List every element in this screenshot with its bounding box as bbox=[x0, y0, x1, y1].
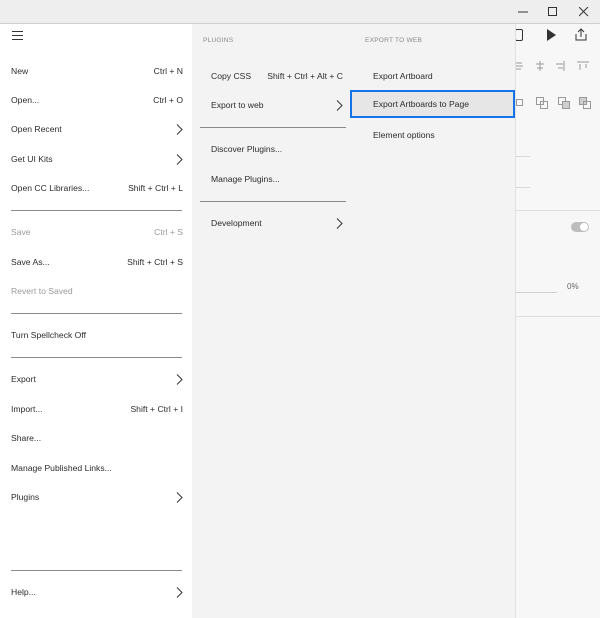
align-top-icon[interactable] bbox=[577, 61, 589, 71]
menu-item-new[interactable]: New Ctrl + N bbox=[11, 60, 183, 82]
menu-item-development[interactable]: Development bbox=[211, 212, 343, 234]
menu-item-get-ui-kits[interactable]: Get UI Kits bbox=[11, 148, 183, 170]
shortcut-label: Ctrl + S bbox=[154, 227, 183, 237]
menu-separator bbox=[11, 570, 182, 571]
boolean-add-icon[interactable] bbox=[516, 97, 524, 107]
boolean-exclude-icon[interactable] bbox=[579, 97, 591, 109]
menu-separator bbox=[11, 210, 182, 211]
menu-item-label: Open CC Libraries... bbox=[11, 183, 90, 193]
section-title: EXPORT TO WEB bbox=[365, 37, 423, 44]
align-right-icon[interactable] bbox=[555, 61, 565, 71]
menu-item-open[interactable]: Open... Ctrl + O bbox=[11, 89, 183, 111]
menu-item-label: Save As... bbox=[11, 257, 50, 267]
menu-item-label: Export bbox=[11, 374, 36, 384]
menu-item-label: Open Recent bbox=[11, 124, 62, 134]
menu-item-spellcheck[interactable]: Turn Spellcheck Off bbox=[11, 324, 183, 346]
menu-item-help[interactable]: Help... bbox=[11, 581, 183, 603]
play-icon[interactable] bbox=[546, 29, 556, 41]
menu-item-label: Manage Plugins... bbox=[211, 174, 280, 184]
section-title: PLUGINS bbox=[203, 37, 234, 44]
divider bbox=[515, 156, 530, 157]
menu-item-copy-css[interactable]: Copy CSS Shift + Ctrl + Alt + C bbox=[211, 65, 343, 87]
menu-item-label: Share... bbox=[11, 433, 42, 443]
menu-item-export-artboard[interactable]: Export Artboard bbox=[373, 65, 508, 87]
menu-item-discover-plugins[interactable]: Discover Plugins... bbox=[211, 138, 343, 160]
toggle-switch[interactable] bbox=[571, 222, 589, 232]
align-center-icon[interactable] bbox=[535, 61, 545, 71]
menu-item-label: Open... bbox=[11, 95, 40, 105]
close-icon bbox=[579, 6, 589, 16]
boolean-intersect-icon[interactable] bbox=[558, 97, 570, 109]
menu-item-label: Export Artboards to Page bbox=[373, 99, 470, 109]
menu-item-manage-plugins[interactable]: Manage Plugins... bbox=[211, 168, 343, 190]
align-left-icon[interactable] bbox=[515, 61, 523, 71]
boolean-subtract-icon[interactable] bbox=[536, 97, 548, 109]
maximize-icon bbox=[548, 6, 557, 16]
menu-item-label: Import... bbox=[11, 404, 43, 414]
menu-item-label: Help... bbox=[11, 587, 36, 597]
menu-separator bbox=[200, 201, 346, 202]
share-icon[interactable] bbox=[575, 28, 587, 41]
file-menu: New Ctrl + N Open... Ctrl + O Open Recen… bbox=[0, 24, 193, 618]
menu-item-label: Save bbox=[11, 227, 31, 237]
plugins-submenu: PLUGINS Copy CSS Shift + Ctrl + Alt + C … bbox=[192, 24, 354, 618]
app-properties-area: 0% bbox=[515, 24, 600, 618]
menu-separator bbox=[11, 313, 182, 314]
chevron-right-icon bbox=[176, 123, 183, 135]
menu-item-label: Discover Plugins... bbox=[211, 144, 283, 154]
menu-item-save-as[interactable]: Save As... Shift + Ctrl + S bbox=[11, 251, 183, 273]
menu-item-open-cc-libraries[interactable]: Open CC Libraries... Shift + Ctrl + L bbox=[11, 177, 183, 199]
chevron-right-icon bbox=[176, 153, 183, 165]
window-title-bar bbox=[0, 0, 600, 24]
chevron-right-icon bbox=[336, 99, 343, 111]
menu-item-label: Export Artboard bbox=[373, 71, 433, 81]
menu-item-export-to-web[interactable]: Export to web bbox=[211, 94, 343, 116]
menu-item-label: Development bbox=[211, 218, 262, 228]
minimize-icon bbox=[518, 11, 528, 12]
menu-item-label: Plugins bbox=[11, 492, 40, 502]
menu-item-label: Element options bbox=[373, 130, 435, 140]
chevron-right-icon bbox=[176, 586, 183, 598]
maximize-button[interactable] bbox=[538, 0, 568, 23]
menu-item-revert-to-saved[interactable]: Revert to Saved bbox=[11, 280, 183, 302]
chevron-right-icon bbox=[176, 491, 183, 503]
opacity-value[interactable]: 0% bbox=[567, 282, 579, 291]
menu-item-label: Export to web bbox=[211, 100, 264, 110]
menu-item-import[interactable]: Import... Shift + Ctrl + I bbox=[11, 398, 183, 420]
shortcut-label: Ctrl + N bbox=[153, 66, 183, 76]
menu-item-label: Revert to Saved bbox=[11, 286, 73, 296]
menu-separator bbox=[11, 357, 182, 358]
close-button[interactable] bbox=[569, 0, 599, 23]
shortcut-label: Shift + Ctrl + Alt + C bbox=[267, 71, 343, 81]
menu-separator bbox=[200, 127, 346, 128]
chevron-right-icon bbox=[336, 217, 343, 229]
shortcut-label: Shift + Ctrl + L bbox=[128, 183, 183, 193]
section-divider bbox=[515, 210, 600, 211]
shortcut-label: Ctrl + O bbox=[153, 95, 183, 105]
minimize-button[interactable] bbox=[508, 0, 538, 23]
hamburger-menu-icon[interactable] bbox=[12, 31, 23, 40]
chevron-right-icon bbox=[176, 373, 183, 385]
menu-item-label: Manage Published Links... bbox=[11, 463, 112, 473]
menu-item-label: New bbox=[11, 66, 29, 76]
shortcut-label: Shift + Ctrl + I bbox=[130, 404, 183, 414]
menu-item-element-options[interactable]: Element options bbox=[373, 124, 508, 146]
opacity-slider[interactable] bbox=[515, 292, 557, 293]
section-divider bbox=[515, 316, 600, 317]
menu-item-label: Copy CSS bbox=[211, 71, 252, 81]
mobile-preview-icon[interactable] bbox=[515, 29, 523, 41]
menu-item-export[interactable]: Export bbox=[11, 368, 183, 390]
divider bbox=[515, 187, 530, 188]
menu-item-label: Get UI Kits bbox=[11, 154, 53, 164]
menu-item-plugins[interactable]: Plugins bbox=[11, 486, 183, 508]
menu-item-open-recent[interactable]: Open Recent bbox=[11, 118, 183, 140]
menu-item-share[interactable]: Share... bbox=[11, 427, 183, 449]
menu-item-save[interactable]: Save Ctrl + S bbox=[11, 221, 183, 243]
menu-item-label: Turn Spellcheck Off bbox=[11, 330, 86, 340]
menu-item-manage-published-links[interactable]: Manage Published Links... bbox=[11, 457, 183, 479]
shortcut-label: Shift + Ctrl + S bbox=[127, 257, 183, 267]
menu-item-export-artboards-to-page[interactable]: Export Artboards to Page bbox=[350, 90, 515, 118]
